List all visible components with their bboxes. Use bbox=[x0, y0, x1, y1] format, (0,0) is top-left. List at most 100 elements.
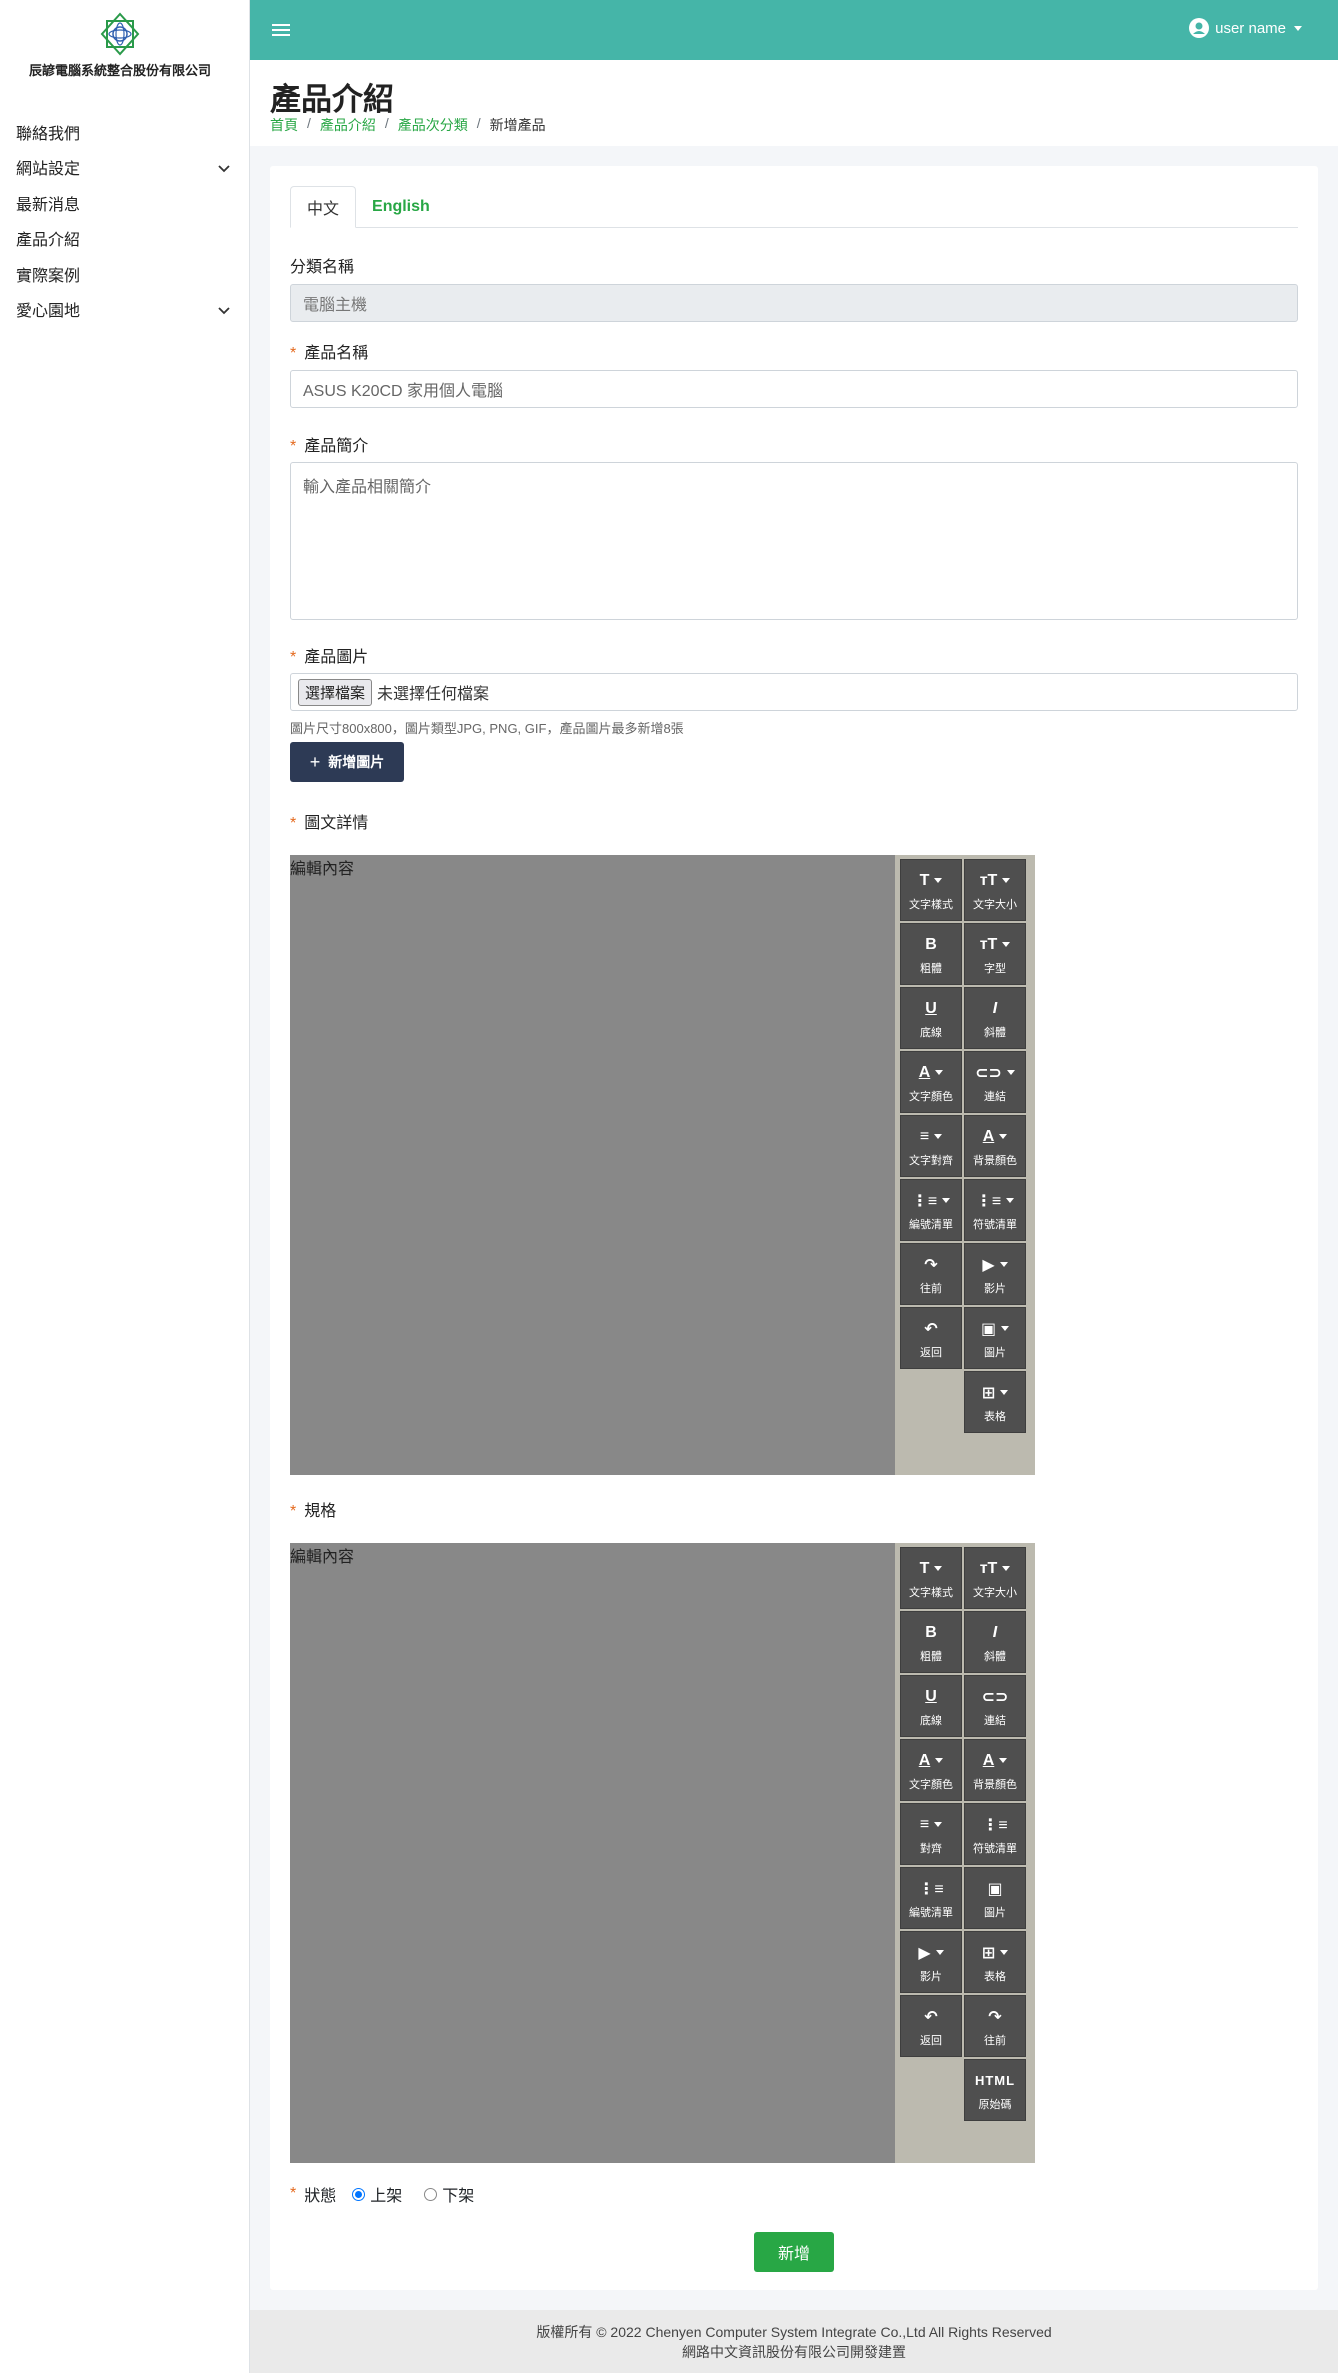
toolbar-button[interactable]: ▣ 圖片 bbox=[964, 1307, 1026, 1369]
toolbar-icon: ▶ bbox=[982, 1253, 1008, 1277]
toolbar-button[interactable]: B 粗體 bbox=[900, 923, 962, 985]
toolbar-icon: ⊂⊃ bbox=[975, 1061, 1015, 1085]
sidebar-item-cases[interactable]: 實際案例 bbox=[0, 256, 250, 292]
toolbar-button-label: 圖片 bbox=[984, 1906, 1006, 1919]
add-image-button[interactable]: + 新增圖片 bbox=[290, 742, 404, 782]
toolbar-button-label: 對齊 bbox=[920, 1842, 942, 1855]
sidebar-item-contact[interactable]: 聯絡我們 bbox=[0, 114, 250, 150]
toolbar-button[interactable]: I 斜體 bbox=[964, 1611, 1026, 1673]
status-off-option[interactable]: 下架 bbox=[424, 2182, 474, 2206]
toolbar-button[interactable]: ⊂⊃ 連結 bbox=[964, 1675, 1026, 1737]
toolbar-button[interactable]: ≡ 文字對齊 bbox=[900, 1115, 962, 1177]
toolbar-icon: A bbox=[983, 1125, 1008, 1149]
status-off-radio[interactable] bbox=[424, 2187, 438, 2201]
toolbar-button[interactable]: ▶ 影片 bbox=[964, 1243, 1026, 1305]
toolbar-button-label: 連結 bbox=[984, 1714, 1006, 1727]
toolbar-button[interactable]: ⋮≡ 符號清單 bbox=[964, 1179, 1026, 1241]
sidebar-item-charity[interactable]: 愛心園地 bbox=[0, 292, 250, 328]
breadcrumb-products[interactable]: 產品介紹 bbox=[320, 115, 376, 135]
toolbar-button[interactable]: ⋮≡ 編號清單 bbox=[900, 1179, 962, 1241]
required-marker: * bbox=[290, 1503, 297, 1520]
toolbar-button[interactable]: U 底線 bbox=[900, 1675, 962, 1737]
file-status: 未選擇任何檔案 bbox=[377, 686, 490, 703]
choose-file-button[interactable]: 選擇檔案 bbox=[298, 678, 373, 706]
toolbar-button[interactable]: ▶ 影片 bbox=[900, 1931, 962, 1993]
toolbar-button[interactable]: ⊂⊃ 連結 bbox=[964, 1051, 1026, 1113]
product-name-input[interactable]: ASUS K20CD 家用個人電腦 bbox=[290, 370, 1298, 408]
sidebar-item-label: 實際案例 bbox=[16, 267, 81, 285]
toolbar-icon: ▣ bbox=[987, 1880, 1003, 1898]
status-on-option[interactable]: 上架 bbox=[352, 2182, 402, 2206]
tab-english[interactable]: English bbox=[356, 186, 446, 228]
toolbar-button-label: 往前 bbox=[920, 1282, 942, 1295]
submit-button[interactable]: 新增 bbox=[754, 2232, 834, 2272]
toolbar-button[interactable]: ↶ 返回 bbox=[900, 1307, 962, 1369]
toolbar-button-label: 粗體 bbox=[920, 1650, 942, 1663]
toolbar-button[interactable]: T 文字樣式 bbox=[900, 859, 962, 921]
footer-developer: 網路中文資訊股份有限公司開發建置 bbox=[682, 2344, 906, 2360]
category-label: 分類名稱 bbox=[290, 253, 354, 277]
toolbar-icon: ⋮≡ bbox=[982, 1816, 1008, 1834]
toolbar-icon: T bbox=[920, 869, 943, 893]
toolbar-button[interactable]: ↶ 返回 bbox=[900, 1995, 962, 2057]
breadcrumb-separator: / bbox=[307, 115, 311, 131]
breadcrumb-current: 新增產品 bbox=[489, 117, 546, 133]
sidebar-item-products[interactable]: 產品介紹 bbox=[0, 221, 250, 257]
status-label: 狀態 bbox=[304, 2188, 337, 2205]
hamburger-menu-icon[interactable] bbox=[272, 22, 292, 38]
detail-editor-content[interactable]: 編輯內容 bbox=[290, 855, 895, 1475]
toolbar-button[interactable]: A 背景顏色 bbox=[964, 1739, 1026, 1801]
toolbar-button-label: 斜體 bbox=[984, 1026, 1006, 1039]
toolbar-button-label: 背景顏色 bbox=[973, 1778, 1017, 1791]
logo-text: 辰諺電腦系統整合股份有限公司 bbox=[28, 63, 211, 78]
toolbar-button[interactable]: T 文字樣式 bbox=[900, 1547, 962, 1609]
toolbar-button[interactable]: ⋮≡ 符號清單 bbox=[964, 1803, 1026, 1865]
toolbar-icon: ≡ bbox=[920, 1813, 943, 1837]
toolbar-button[interactable]: тT 文字大小 bbox=[964, 1547, 1026, 1609]
toolbar-button[interactable]: U 底線 bbox=[900, 987, 962, 1049]
toolbar-button[interactable]: ↷ 往前 bbox=[900, 1243, 962, 1305]
file-input[interactable]: 選擇檔案 未選擇任何檔案 bbox=[290, 673, 1298, 711]
detail-label: * 圖文詳情 bbox=[290, 809, 368, 833]
toolbar-button[interactable]: HTML 原始碼 bbox=[964, 2059, 1026, 2121]
toolbar-button-label: 背景顏色 bbox=[973, 1154, 1017, 1167]
toolbar-icon: ⊞ bbox=[982, 1941, 1009, 1965]
toolbar-button[interactable]: A 文字顏色 bbox=[900, 1051, 962, 1113]
sidebar-item-label: 愛心園地 bbox=[16, 303, 81, 321]
toolbar-button[interactable]: B 粗體 bbox=[900, 1611, 962, 1673]
toolbar-button[interactable]: тT 字型 bbox=[964, 923, 1026, 985]
toolbar-button-label: 影片 bbox=[920, 1970, 942, 1983]
toolbar-button[interactable]: A 背景顏色 bbox=[964, 1115, 1026, 1177]
toolbar-button[interactable]: ⊞ 表格 bbox=[964, 1931, 1026, 1993]
toolbar-button-label: 影片 bbox=[984, 1282, 1006, 1295]
toolbar-button[interactable]: ⋮≡ 編號清單 bbox=[900, 1867, 962, 1929]
toolbar-button-label: 粗體 bbox=[920, 962, 942, 975]
tab-chinese[interactable]: 中文 bbox=[290, 186, 357, 228]
toolbar-button[interactable]: A 文字顏色 bbox=[900, 1739, 962, 1801]
toolbar-icon: I bbox=[992, 999, 998, 1017]
toolbar-button-label: 表格 bbox=[984, 1410, 1006, 1423]
breadcrumb-home[interactable]: 首頁 bbox=[270, 115, 298, 135]
spec-label: * 規格 bbox=[290, 1497, 336, 1521]
toolbar-button-label: 連結 bbox=[984, 1090, 1006, 1103]
toolbar-button[interactable]: ▣ 圖片 bbox=[964, 1867, 1026, 1929]
breadcrumb-subcategory[interactable]: 產品次分類 bbox=[398, 115, 468, 135]
toolbar-button[interactable]: ≡ 對齊 bbox=[900, 1803, 962, 1865]
toolbar-button[interactable]: I 斜體 bbox=[964, 987, 1026, 1049]
toolbar-button[interactable]: тT 文字大小 bbox=[964, 859, 1026, 921]
category-field: 電腦主機 bbox=[290, 284, 1298, 322]
toolbar-button[interactable]: ⊞ 表格 bbox=[964, 1371, 1026, 1433]
toolbar-button-label: 文字顏色 bbox=[909, 1778, 953, 1791]
toolbar-button-label: 文字樣式 bbox=[909, 898, 953, 911]
user-menu[interactable]: user name bbox=[1189, 18, 1302, 38]
add-image-label: 新增圖片 bbox=[328, 754, 385, 770]
sidebar-item-site-settings[interactable]: 網站設定 bbox=[0, 150, 250, 186]
toolbar-button[interactable]: ↷ 往前 bbox=[964, 1995, 1026, 2057]
image-label-text: 產品圖片 bbox=[304, 649, 369, 666]
company-logo[interactable]: 辰諺電腦系統整合股份有限公司 bbox=[0, 12, 240, 79]
sidebar-item-news[interactable]: 最新消息 bbox=[0, 185, 250, 221]
spec-editor-content[interactable]: 編輯內容 bbox=[290, 1543, 895, 2163]
product-intro-textarea[interactable]: 輸入產品相關簡介 bbox=[290, 462, 1298, 620]
status-on-radio[interactable] bbox=[352, 2187, 366, 2201]
toolbar-button-label: 底線 bbox=[920, 1026, 942, 1039]
